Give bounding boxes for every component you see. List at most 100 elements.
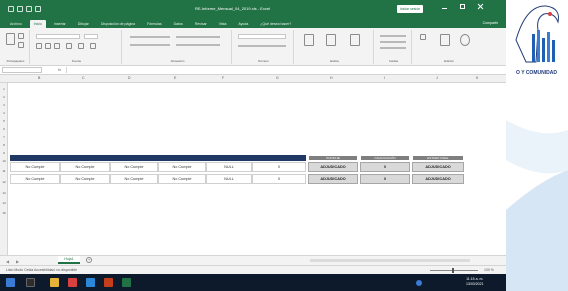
table-cell[interactable]: NULL	[206, 162, 252, 172]
table-cell[interactable]: No Cumple	[10, 162, 60, 172]
file-explorer-icon[interactable]	[50, 278, 59, 287]
align-bottom-row[interactable]	[130, 44, 170, 46]
font-color-icon[interactable]	[90, 43, 96, 49]
close-icon[interactable]	[478, 4, 483, 9]
find-select-icon[interactable]	[460, 34, 470, 46]
sheet-tab-active[interactable]: Hoja1	[58, 256, 80, 264]
align-top-row[interactable]	[130, 36, 170, 38]
delete-cells-button[interactable]	[380, 41, 406, 43]
table-cell[interactable]: 0	[252, 174, 306, 184]
column-header[interactable]: G	[276, 76, 279, 80]
prev-sheet-icon[interactable]: ◀	[6, 259, 9, 264]
status-cell[interactable]: ADJUDICADO	[412, 162, 464, 172]
undo-icon[interactable]	[17, 6, 23, 12]
table-cell[interactable]: No Cumple	[60, 174, 110, 184]
conditional-format-icon[interactable]	[304, 34, 314, 46]
start-icon[interactable]	[6, 278, 15, 287]
powerpoint-icon[interactable]	[104, 278, 113, 287]
row-header[interactable]: 2	[1, 95, 7, 99]
status-cell[interactable]: ADJUDICADO	[412, 174, 464, 184]
table-cell[interactable]: No Cumple	[10, 174, 60, 184]
edge-icon[interactable]	[86, 278, 95, 287]
maximize-icon[interactable]	[460, 4, 465, 9]
row-header[interactable]: 10	[1, 159, 7, 163]
table-cell[interactable]: No Cumple	[60, 162, 110, 172]
search-icon[interactable]	[26, 278, 35, 287]
minimize-icon[interactable]	[442, 4, 447, 9]
bold-icon[interactable]	[36, 43, 42, 49]
sort-filter-icon[interactable]	[440, 34, 450, 46]
underline-icon[interactable]	[54, 43, 60, 49]
row-header[interactable]: 11	[1, 169, 7, 173]
row-header[interactable]: 9	[1, 151, 7, 155]
merge-center-button[interactable]	[176, 44, 220, 46]
font-name-select[interactable]	[36, 34, 80, 39]
row-header[interactable]: 5	[1, 119, 7, 123]
save-icon[interactable]	[8, 6, 14, 12]
row-header[interactable]: 13	[1, 191, 7, 195]
column-header[interactable]: I	[384, 76, 385, 80]
sign-in-button[interactable]: Iniciar sesión	[397, 5, 423, 13]
table-cell[interactable]: No Cumple	[110, 174, 158, 184]
table-cell[interactable]: 0	[252, 162, 306, 172]
fill-color-icon[interactable]	[78, 43, 84, 49]
name-box[interactable]	[2, 67, 42, 73]
worksheet-grid[interactable]: B C D E F G H I J K 1 2 3 4 5 6 7 8 9 10…	[0, 75, 506, 265]
cell-styles-icon[interactable]	[350, 34, 360, 46]
zoom-slider-thumb[interactable]	[452, 268, 454, 273]
paste-icon[interactable]	[6, 33, 15, 45]
horizontal-scrollbar[interactable]	[310, 259, 470, 262]
zoom-slider[interactable]	[430, 270, 478, 271]
column-header[interactable]: D	[128, 76, 131, 80]
zoom-level[interactable]: 100 %	[484, 268, 494, 272]
table-cell[interactable]: No Cumple	[110, 162, 158, 172]
autosum-icon[interactable]	[420, 34, 426, 40]
row-header[interactable]: 8	[1, 143, 7, 147]
row-header[interactable]: 7	[1, 135, 7, 139]
table-cell[interactable]: No Cumple	[158, 162, 206, 172]
row-header[interactable]: 1	[1, 87, 7, 91]
number-format-buttons[interactable]	[238, 45, 286, 47]
score-cell[interactable]: ADJUDICADO	[308, 162, 358, 172]
insert-cells-button[interactable]	[380, 35, 406, 37]
network-icon[interactable]	[416, 280, 422, 286]
italic-icon[interactable]	[45, 43, 51, 49]
row-header[interactable]: 4	[1, 111, 7, 115]
column-header[interactable]: J	[436, 76, 438, 80]
browser-icon[interactable]	[68, 278, 77, 287]
score-cell[interactable]: ADJUDICADO	[308, 174, 358, 184]
customize-icon[interactable]	[35, 6, 41, 12]
rating-cell[interactable]: 0	[360, 174, 410, 184]
format-as-table-icon[interactable]	[326, 34, 336, 46]
add-sheet-button[interactable]: +	[86, 257, 92, 263]
column-header[interactable]: E	[174, 76, 176, 80]
fx-icon[interactable]: fx	[58, 67, 61, 72]
table-cell[interactable]: No Cumple	[158, 174, 206, 184]
redo-icon[interactable]	[26, 6, 32, 12]
row-header[interactable]: 15	[1, 211, 7, 215]
copy-icon[interactable]	[18, 42, 24, 48]
tab-home[interactable]: Inicio	[29, 20, 46, 28]
formula-input[interactable]	[66, 67, 502, 73]
borders-icon[interactable]	[66, 43, 72, 49]
wrap-text-button[interactable]	[176, 36, 220, 38]
cut-icon[interactable]	[18, 33, 24, 39]
font-size-select[interactable]	[84, 34, 98, 39]
column-header[interactable]: F	[222, 76, 224, 80]
rating-cell[interactable]: 0	[360, 162, 410, 172]
excel-taskbar-icon[interactable]	[122, 278, 131, 287]
next-sheet-icon[interactable]: ▶	[16, 259, 19, 264]
column-header[interactable]: B	[38, 76, 40, 80]
table-cell[interactable]: NULL	[206, 174, 252, 184]
column-header[interactable]: K	[476, 76, 478, 80]
share-button[interactable]: Compartir	[483, 21, 498, 25]
column-header[interactable]: C	[82, 76, 85, 80]
row-header[interactable]: 3	[1, 103, 7, 107]
row-header[interactable]: 12	[1, 180, 7, 184]
row-header[interactable]: 14	[1, 201, 7, 205]
taskbar-clock[interactable]: 11:15 a. m. 13/03/2021	[466, 277, 484, 287]
number-format-select[interactable]	[238, 34, 286, 39]
column-header[interactable]: H	[330, 76, 333, 80]
row-header[interactable]: 6	[1, 127, 7, 131]
format-cells-button[interactable]	[380, 47, 406, 49]
